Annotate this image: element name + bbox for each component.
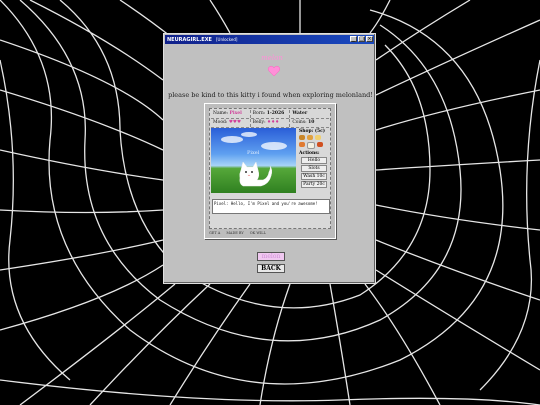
coins-value: 10 bbox=[308, 120, 315, 125]
coins-stat: Coins: 10 bbox=[290, 119, 329, 127]
cloud bbox=[261, 142, 287, 150]
logo-text: melon bbox=[261, 54, 283, 62]
pet-panel: Name: Pixel Born: 1-2026 Water Mood: ♥♥♥… bbox=[204, 103, 336, 239]
footer-link[interactable]: OK WILL bbox=[250, 231, 266, 235]
heart-icon bbox=[268, 65, 280, 77]
minimize-button[interactable]: _ bbox=[350, 36, 357, 42]
burger-icon[interactable] bbox=[299, 135, 305, 140]
sushi-icon[interactable] bbox=[299, 142, 305, 147]
born-stat: Born: 1-2026 bbox=[251, 110, 291, 118]
born-value: 1-2026 bbox=[266, 111, 285, 116]
actions-header: Actions: bbox=[299, 151, 320, 156]
title-bar[interactable]: NEURAGIRL.EXE [Unlocked] _ □ × bbox=[165, 35, 374, 44]
born-label: Born: bbox=[252, 111, 266, 116]
pet-scene[interactable]: Pixel bbox=[211, 128, 296, 193]
name-stat: Name: Pixel bbox=[211, 110, 251, 118]
party-button[interactable]: Party 20c bbox=[301, 181, 327, 188]
pet-name-overlay: Pixel bbox=[247, 150, 260, 156]
page-caption: please be kind to this kitty i found whe… bbox=[168, 91, 373, 99]
window-title: NEURAGIRL.EXE bbox=[167, 36, 212, 43]
mood-label: Mood: bbox=[213, 120, 228, 125]
slots-button[interactable]: Slots bbox=[301, 165, 327, 172]
wash-button[interactable]: Wash 10c bbox=[301, 173, 327, 180]
stats-row-1: Name: Pixel Born: 1-2026 Water bbox=[211, 110, 329, 119]
cake-icon[interactable] bbox=[307, 135, 313, 140]
window-subtitle: [Unlocked] bbox=[215, 37, 238, 42]
mood-value: ♥♥♥ bbox=[228, 120, 241, 125]
cloud bbox=[221, 136, 243, 143]
name-value: Pixel bbox=[229, 111, 242, 116]
water-stat[interactable]: Water bbox=[290, 110, 329, 118]
back-button[interactable]: BACK bbox=[257, 264, 285, 273]
close-button[interactable]: × bbox=[366, 36, 373, 42]
water-label: Water bbox=[292, 111, 308, 116]
panel-footer: GET A MADE BY OK WILL bbox=[209, 231, 329, 235]
mood-stat: Mood: ♥♥♥ bbox=[211, 119, 251, 127]
hello-button[interactable]: Hello bbox=[301, 157, 327, 164]
footer-link[interactable]: GET A bbox=[209, 231, 220, 235]
app-window: NEURAGIRL.EXE [Unlocked] _ □ × melon ple… bbox=[163, 33, 376, 284]
pet-inner-frame: Name: Pixel Born: 1-2026 Water Mood: ♥♥♥… bbox=[209, 108, 331, 229]
rice-icon[interactable] bbox=[307, 142, 315, 149]
drink-icon[interactable] bbox=[317, 142, 323, 147]
belly-stat: Belly: ♦♦♦ bbox=[251, 119, 291, 127]
belly-label: Belly: bbox=[252, 120, 266, 125]
cloud bbox=[241, 132, 257, 137]
coins-label: Coins: bbox=[292, 120, 307, 125]
name-label: Name: bbox=[213, 111, 229, 116]
candy-icon[interactable] bbox=[315, 135, 321, 140]
shop-header: Shop: (5c) bbox=[299, 129, 326, 134]
belly-value: ♦♦♦ bbox=[267, 120, 280, 125]
melon-button[interactable]: melon bbox=[257, 252, 285, 261]
chat-box: Pixel: Hello, I'm Pixel and you're aweso… bbox=[212, 199, 330, 214]
maximize-button[interactable]: □ bbox=[358, 36, 365, 42]
footer-link[interactable]: MADE BY bbox=[226, 231, 243, 235]
stats-row-2: Mood: ♥♥♥ Belly: ♦♦♦ Coins: 10 bbox=[211, 119, 329, 128]
shop-items-row-1 bbox=[299, 135, 330, 140]
side-menu: Shop: (5c) Actions: Hello Slots Wash 10c… bbox=[298, 128, 330, 198]
shop-items-row-2 bbox=[299, 142, 330, 149]
melon-logo: melon bbox=[252, 51, 292, 81]
cat-pet-icon bbox=[239, 161, 273, 187]
